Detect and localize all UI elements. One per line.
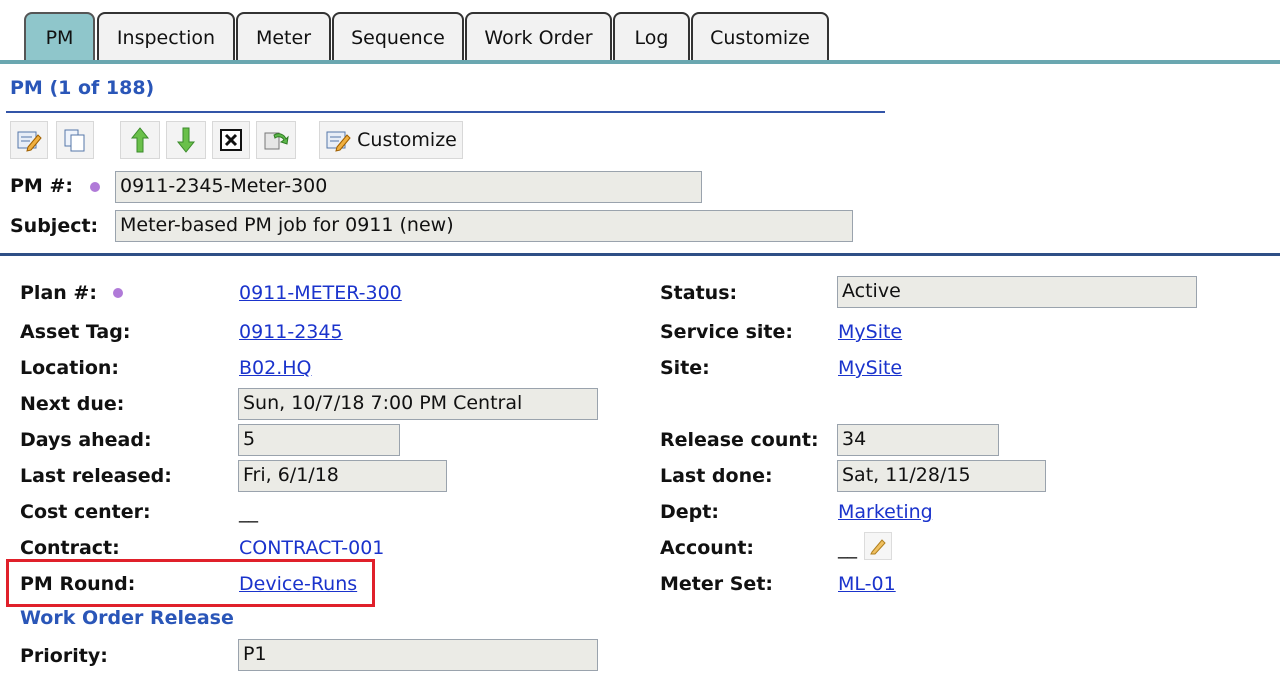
refresh-icon [262, 127, 290, 153]
meter-set-link[interactable]: ML-01 [838, 573, 896, 595]
move-down-button[interactable] [166, 121, 206, 159]
status-field[interactable]: Active [837, 276, 1197, 308]
tab-pm[interactable]: PM [24, 12, 95, 62]
service-site-link[interactable]: MySite [838, 321, 902, 343]
delete-button[interactable] [212, 121, 250, 159]
service-site-label: Service site: [660, 321, 793, 343]
account-edit-icon[interactable] [864, 532, 892, 560]
dept-link[interactable]: Marketing [838, 501, 933, 523]
cost-center-value[interactable]: __ [239, 501, 258, 523]
pm-round-link[interactable]: Device-Runs [239, 573, 357, 595]
copy-icon [62, 127, 88, 153]
copy-button[interactable] [56, 121, 94, 159]
subject-label: Subject: [10, 215, 99, 237]
last-released-label: Last released: [20, 465, 172, 487]
close-icon [219, 128, 243, 152]
location-link[interactable]: B02.HQ [239, 357, 312, 379]
tab-underline [0, 60, 1280, 64]
next-due-label: Next due: [20, 393, 125, 415]
cost-center-label: Cost center: [20, 501, 151, 523]
title-divider [6, 111, 885, 113]
pm-number-label: PM #: [10, 175, 73, 197]
subject-field[interactable]: Meter-based PM job for 0911 (new) [115, 210, 853, 242]
contract-label: Contract: [20, 537, 120, 559]
location-label: Location: [20, 357, 120, 379]
site-link[interactable]: MySite [838, 357, 902, 379]
priority-field[interactable]: P1 [238, 639, 598, 671]
refresh-button[interactable] [256, 121, 296, 159]
last-released-field[interactable]: Fri, 6/1/18 [238, 460, 447, 492]
customize-button[interactable]: Customize [319, 121, 463, 159]
account-label: Account: [660, 537, 755, 559]
release-count-label: Release count: [660, 429, 819, 451]
customize-button-label: Customize [357, 129, 457, 151]
meter-set-label: Meter Set: [660, 573, 773, 595]
last-done-field[interactable]: Sat, 11/28/15 [837, 460, 1046, 492]
work-order-release-heading: Work Order Release [20, 607, 234, 629]
pm-number-field[interactable]: 0911-2345-Meter-300 [115, 171, 702, 203]
page-title: PM (1 of 188) [10, 77, 155, 99]
tab-customize[interactable]: Customize [691, 12, 829, 62]
tab-meter[interactable]: Meter [236, 12, 331, 62]
arrow-down-icon [175, 126, 197, 154]
section-divider [0, 253, 1280, 256]
next-due-field[interactable]: Sun, 10/7/18 7:00 PM Central [238, 388, 598, 420]
last-done-label: Last done: [660, 465, 773, 487]
customize-icon [325, 127, 351, 153]
tab-inspection[interactable]: Inspection [97, 12, 235, 62]
edit-icon [16, 127, 42, 153]
edit-button[interactable] [10, 121, 48, 159]
plan-required-indicator-icon [113, 288, 123, 298]
account-value: __ [838, 537, 857, 559]
release-count-field[interactable]: 34 [837, 424, 999, 456]
tab-work-order[interactable]: Work Order [465, 12, 612, 62]
contract-value: CONTRACT-001 [239, 537, 385, 559]
tab-log[interactable]: Log [613, 12, 690, 62]
move-up-button[interactable] [120, 121, 160, 159]
tab-bar: PM Inspection Meter Sequence Work Order … [0, 0, 1280, 64]
plan-link[interactable]: 0911-METER-300 [239, 282, 402, 304]
asset-tag-label: Asset Tag: [20, 321, 131, 343]
days-ahead-field[interactable]: 5 [238, 424, 400, 456]
asset-tag-link[interactable]: 0911-2345 [239, 321, 343, 343]
dept-label: Dept: [660, 501, 719, 523]
required-indicator-icon [90, 182, 100, 192]
pm-round-label: PM Round: [20, 573, 136, 595]
plan-label: Plan #: [20, 282, 97, 304]
tab-sequence[interactable]: Sequence [332, 12, 464, 62]
priority-label: Priority: [20, 645, 108, 667]
arrow-up-icon [129, 126, 151, 154]
site-label: Site: [660, 357, 710, 379]
days-ahead-label: Days ahead: [20, 429, 152, 451]
status-label: Status: [660, 282, 738, 304]
